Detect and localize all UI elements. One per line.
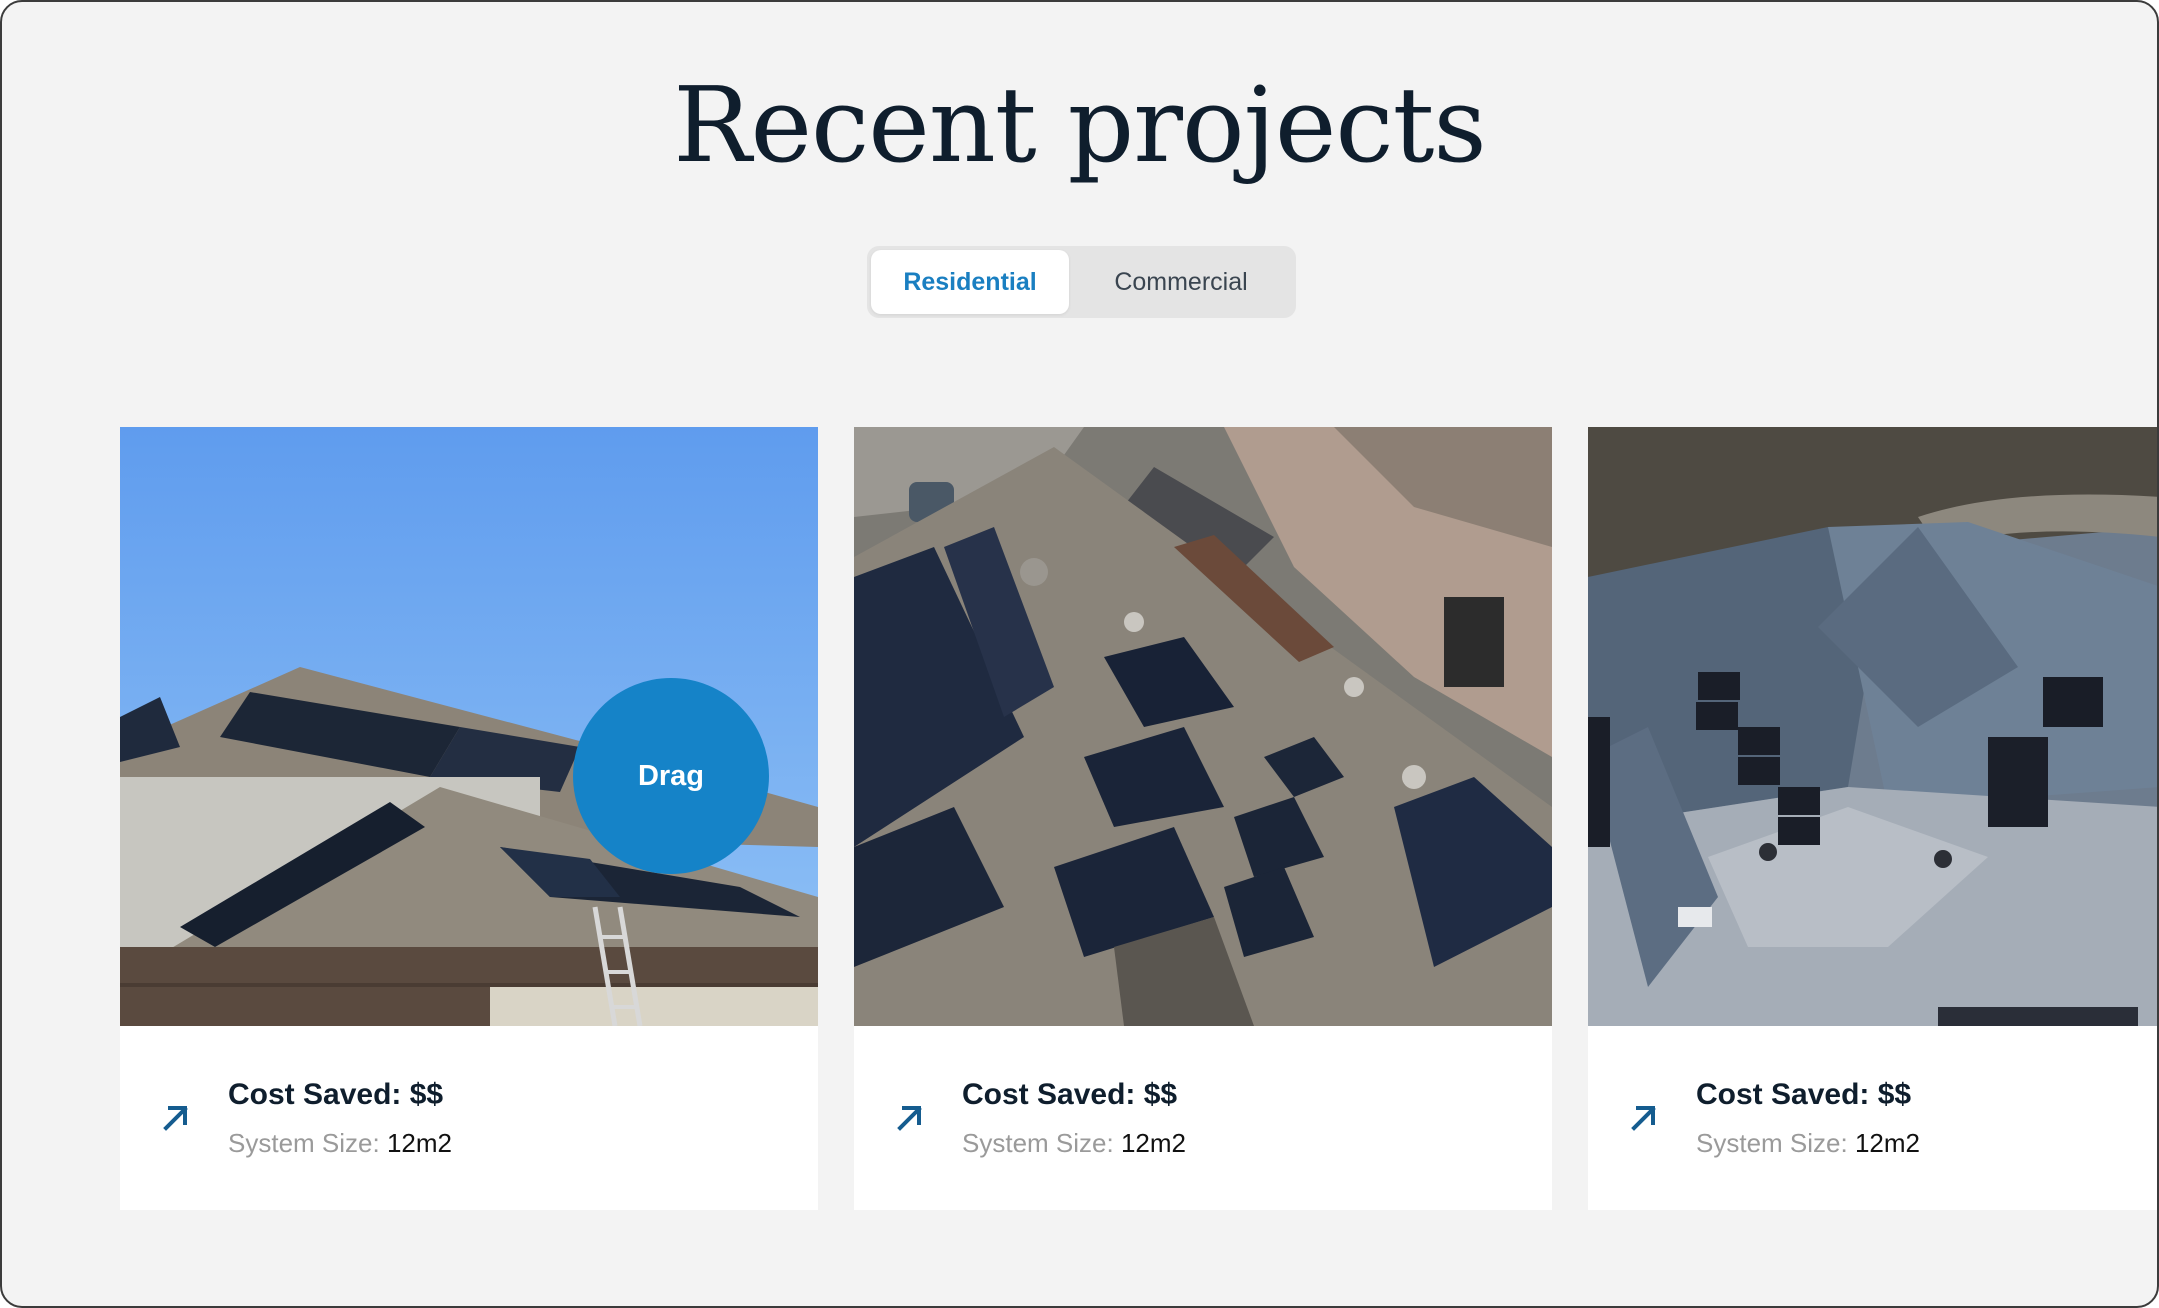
recent-projects-section: Recent projects Residential Commercial C… bbox=[0, 0, 2159, 1308]
system-size-label: System Size: bbox=[962, 1128, 1114, 1158]
system-size: System Size: 12m2 bbox=[1696, 1128, 1920, 1159]
project-photo-aerial bbox=[854, 427, 1552, 1026]
cost-saved-label: Cost Saved: $$ bbox=[228, 1078, 444, 1111]
system-size-label: System Size: bbox=[228, 1128, 380, 1158]
system-size-value: 12m2 bbox=[1854, 1128, 1920, 1158]
project-info: Cost Saved: $$ System Size: 12m2 bbox=[120, 1026, 818, 1210]
project-info: Cost Saved: $$ System Size: 12m2 bbox=[1588, 1026, 2157, 1210]
system-size-label: System Size: bbox=[1696, 1128, 1848, 1158]
arrow-up-right-icon[interactable] bbox=[158, 1100, 192, 1134]
project-card[interactable]: Cost Saved: $$ System Size: 12m2 bbox=[1588, 427, 2157, 1210]
system-size: System Size: 12m2 bbox=[962, 1128, 1186, 1159]
system-size-value: 12m2 bbox=[386, 1128, 452, 1158]
arrow-up-right-icon[interactable] bbox=[892, 1100, 926, 1134]
cost-saved-label: Cost Saved: $$ bbox=[962, 1078, 1178, 1111]
project-card[interactable]: Cost Saved: $$ System Size: 12m2 bbox=[854, 427, 1552, 1210]
drag-cursor-indicator[interactable]: Drag bbox=[573, 678, 769, 874]
system-size-value: 12m2 bbox=[1120, 1128, 1186, 1158]
tab-commercial[interactable]: Commercial bbox=[1071, 250, 1291, 314]
project-type-tabs: Residential Commercial bbox=[867, 246, 1296, 318]
system-size: System Size: 12m2 bbox=[228, 1128, 452, 1159]
tab-residential[interactable]: Residential bbox=[871, 250, 1069, 314]
cost-saved-label: Cost Saved: $$ bbox=[1696, 1078, 1912, 1111]
project-info: Cost Saved: $$ System Size: 12m2 bbox=[854, 1026, 1552, 1210]
section-title: Recent projects bbox=[673, 64, 1487, 186]
project-photo-gray-roof bbox=[1588, 427, 2157, 1026]
arrow-up-right-icon[interactable] bbox=[1626, 1100, 1660, 1134]
